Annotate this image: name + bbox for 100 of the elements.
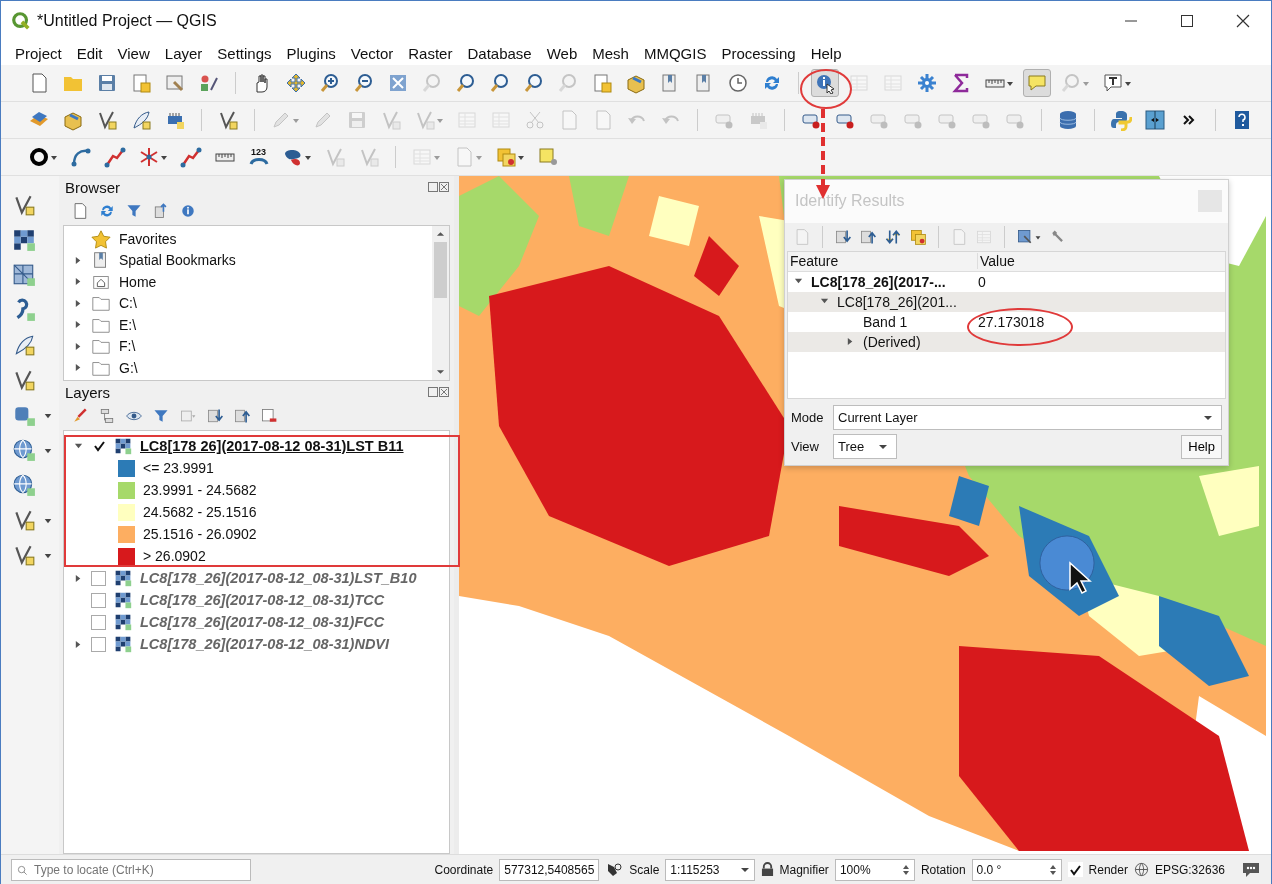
expand-arrow-icon[interactable]	[74, 320, 83, 330]
locator-field[interactable]: Type to locate (Ctrl+K)	[11, 858, 251, 881]
padlock-icon[interactable]	[760, 862, 774, 877]
menu-item[interactable]: Vector	[348, 43, 396, 63]
tree-item[interactable]: (Derived)	[863, 333, 921, 350]
menu-item[interactable]: Raster	[406, 43, 455, 63]
panel-title: Browser	[65, 178, 120, 196]
menu-item[interactable]: Help	[808, 43, 844, 63]
legend-label: <= 23.9991	[143, 460, 214, 476]
expand-arrow-icon[interactable]	[74, 573, 83, 583]
value-text: 27.173018	[978, 313, 1045, 330]
expand-arrow-icon[interactable]	[846, 337, 855, 347]
checkbox[interactable]	[91, 570, 106, 586]
raster-layer-icon	[114, 569, 132, 587]
status-label: Rotation	[920, 862, 966, 877]
star-lines-icon	[138, 146, 160, 168]
tree-item[interactable]: Favorites	[119, 230, 177, 247]
status-label: Render	[1088, 862, 1128, 877]
scroll-up-icon[interactable]	[436, 230, 445, 238]
message-bubble-icon[interactable]	[1241, 860, 1261, 879]
menu-item[interactable]: MMQGIS	[641, 43, 709, 63]
tree-item[interactable]: G:\	[119, 359, 138, 376]
search-icon	[17, 864, 28, 876]
tree-item[interactable]: Spatial Bookmarks	[119, 252, 236, 269]
menu-item[interactable]: Plugins	[284, 43, 338, 63]
expand-arrow-icon[interactable]	[74, 341, 83, 351]
crs-button[interactable]: EPSG:32636	[1154, 862, 1225, 877]
expand-arrow-icon[interactable]	[74, 298, 83, 308]
layer-name[interactable]: LC8[178_26](2017-08-12_08-31)FCC	[140, 614, 385, 630]
checkbox[interactable]	[91, 614, 106, 630]
menu-item[interactable]: Database	[465, 43, 534, 63]
column-header[interactable]: Value	[978, 253, 1015, 270]
globe-icon[interactable]	[1133, 862, 1149, 877]
panel-title: Layers	[65, 383, 111, 401]
legend-label: > 26.0902	[143, 548, 206, 564]
status-label: Scale	[629, 862, 660, 877]
raster-layer-icon	[114, 437, 132, 455]
raster-layer-icon	[114, 635, 132, 653]
layer-name[interactable]: LC8[178_26](2017-08-12_08-31)NDVI	[140, 636, 390, 652]
tree-item[interactable]: C:\	[119, 295, 137, 312]
tree-item[interactable]: F:\	[119, 338, 136, 355]
collapse-arrow-icon[interactable]	[74, 441, 83, 451]
q-logo-icon	[11, 11, 31, 31]
magnifier-icon	[1060, 72, 1082, 94]
layer-name[interactable]: LC8[178_26](2017-08-12_08-31)TCC	[140, 592, 385, 608]
menu-item[interactable]: Settings	[215, 43, 274, 63]
menu-item[interactable]: Web	[544, 43, 580, 63]
expand-arrow-icon[interactable]	[74, 255, 83, 265]
tree-item[interactable]: Band 1	[863, 313, 908, 330]
map-export-icon	[1016, 227, 1034, 246]
globe-icon	[12, 438, 36, 462]
menu-item[interactable]: Edit	[74, 43, 105, 63]
tree-item[interactable]: E:\	[119, 316, 137, 333]
field-label: View	[791, 439, 820, 454]
checkbox[interactable]	[91, 636, 106, 652]
render-checkbox[interactable]	[1067, 862, 1083, 877]
status-label: Magnifier	[779, 862, 829, 877]
panel-float-close-icon[interactable]	[428, 387, 450, 397]
scrollbar[interactable]	[432, 226, 449, 380]
legend-label: 23.9991 - 24.5682	[143, 482, 257, 498]
text-box-icon	[1102, 72, 1124, 94]
raster-layer-icon	[114, 613, 132, 631]
expand-arrow-icon[interactable]	[74, 277, 83, 287]
view-dropdown[interactable]: Tree	[833, 434, 898, 459]
layer-name[interactable]: LC8[178 26](2017-08-12 08-31)LST B11	[140, 438, 404, 454]
identify-icon[interactable]	[811, 69, 839, 97]
raster-layer-icon	[114, 591, 132, 609]
window-title: *Untitled Project — QGIS	[37, 12, 217, 30]
coordinate-field[interactable]: 577312,5408565	[499, 858, 600, 881]
scroll-down-icon[interactable]	[436, 368, 445, 376]
table-icon	[411, 146, 433, 168]
magnifier-spinbox[interactable]: 100%	[834, 858, 915, 881]
mouse-pointer-icon	[1068, 561, 1092, 595]
highlight-ring	[800, 69, 852, 109]
legend-label: 25.1516 - 26.0902	[143, 526, 257, 542]
mode-dropdown[interactable]: Current Layer	[833, 405, 1222, 430]
panel-float-close-icon[interactable]	[428, 182, 450, 192]
menu-item[interactable]: Processing	[719, 43, 798, 63]
layer-name[interactable]: LC8[178_26](2017-08-12_08-31)LST_B10	[140, 570, 417, 586]
scale-dropdown[interactable]: 1:115253	[665, 858, 755, 881]
column-header[interactable]: Feature	[788, 253, 978, 270]
expand-arrow-icon[interactable]	[74, 363, 83, 373]
menu-item[interactable]: Mesh	[590, 43, 631, 63]
tree-item[interactable]: LC8[178_26](2017-...	[811, 273, 946, 290]
stacked-squares-icon	[495, 146, 517, 168]
expand-arrow-icon[interactable]	[74, 639, 83, 649]
menu-item[interactable]: Project	[13, 43, 64, 63]
help-button[interactable]: Help	[1181, 434, 1222, 459]
rotation-spinbox[interactable]: 0.0 °	[971, 858, 1062, 881]
ring-icon	[28, 146, 50, 168]
checkbox[interactable]	[91, 592, 106, 608]
menu-item[interactable]: Layer	[162, 43, 205, 63]
value-text: 0	[978, 273, 986, 290]
vector-line-icon	[414, 109, 436, 131]
field-label: Mode	[791, 410, 825, 425]
status-label: Coordinate	[434, 862, 494, 877]
menu-item[interactable]: View	[115, 43, 152, 63]
legend-label: 24.5682 - 25.1516	[143, 504, 257, 520]
star-icon	[91, 228, 111, 249]
tree-item[interactable]: Home	[119, 273, 157, 290]
